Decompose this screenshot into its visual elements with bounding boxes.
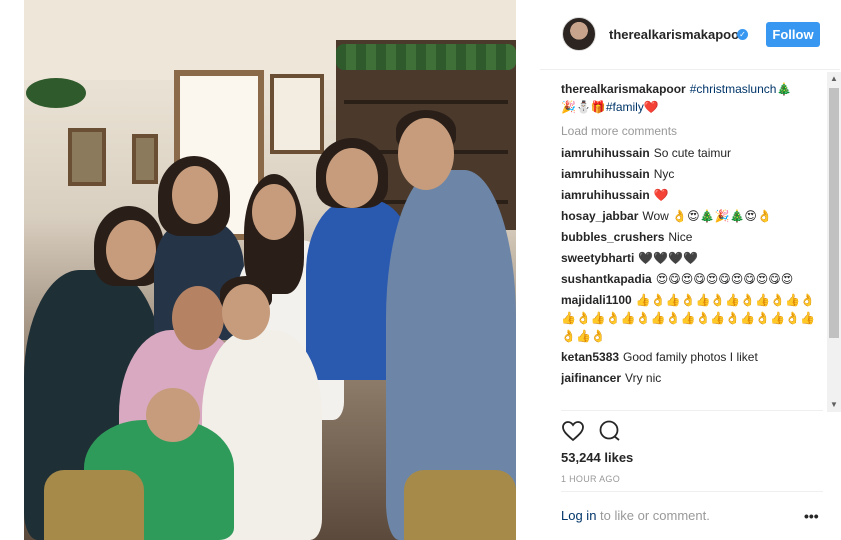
post-photo[interactable] [24,0,516,540]
comment-text: 😍😋😍😋😍😋😍😋😍😋😍 [655,272,794,286]
comments-list[interactable]: therealkarismakapoor #christmaslunch🎄 🎉⛄🎁… [561,80,823,410]
comment-text: Nyc [653,167,675,181]
verified-icon: ✓ [737,29,748,40]
comment-text: Good family photos I liket [623,350,758,364]
caption-emoji: 🎉⛄🎁 [561,100,606,114]
caption-username[interactable]: therealkarismakapoor [561,82,686,96]
login-link[interactable]: Log in [561,508,596,523]
comment-item: iamruhihussain ❤️ [561,186,823,204]
comment-text: Vry nic [625,371,662,385]
comment-item: iamruhihussain Nyc [561,165,823,183]
hashtag-christmaslunch[interactable]: #christmaslunch [690,82,777,96]
comment-item: sweetybharti 🖤🖤🖤🖤 [561,249,823,267]
comment-username[interactable]: majidali1100 [561,293,632,307]
comment-text: So cute taimur [653,146,732,160]
comment-text: ❤️ [653,188,669,202]
comment-item: jaifinancer Vry nic [561,369,823,387]
post-sidebar: therealkarismakapoor ✓ Follow therealkar… [540,0,840,540]
scroll-up-icon[interactable]: ▲ [827,72,841,86]
comment-item: bubbles_crushers Nice [561,228,823,246]
more-options-icon[interactable]: ••• [804,508,819,524]
divider [561,410,823,411]
scroll-down-icon[interactable]: ▼ [827,398,841,412]
comment-text: Wow 👌😍🎄🎉🎄😍👌 [642,209,772,223]
comment-username[interactable]: iamruhihussain [561,146,650,160]
comment-item: iamruhihussain So cute taimur [561,144,823,162]
divider [561,491,823,492]
likes-count[interactable]: 53,244 likes [561,450,633,465]
comment-text: 🖤🖤🖤🖤 [638,251,699,265]
comments-scrollbar[interactable]: ▲ ▼ [827,72,841,412]
load-more-comments[interactable]: Load more comments [561,122,823,140]
author-username[interactable]: therealkarismakapoor [609,27,744,42]
comment-item: sushantkapadia 😍😋😍😋😍😋😍😋😍😋😍 [561,270,823,288]
comment-username[interactable]: sushantkapadia [561,272,652,286]
hashtag-family[interactable]: #family [606,100,644,114]
scrollbar-thumb[interactable] [829,88,839,338]
comment-username[interactable]: iamruhihussain [561,188,650,202]
comment-item: ketan5383 Good family photos I liket [561,348,823,366]
comment-item: majidali1100 👍👌👍👌👍👌👍👌👍👌👍👌👍👌👍👌👍👌👍👌👍👌👍👌👍👌👍👌… [561,291,823,345]
comment-username[interactable]: bubbles_crushers [561,230,664,244]
comment-username[interactable]: jaifinancer [561,371,621,385]
follow-button[interactable]: Follow [766,22,820,47]
comment-username[interactable]: ketan5383 [561,350,619,364]
caption-emoji: ❤️ [643,100,659,114]
comment-username[interactable]: sweetybharti [561,251,634,265]
comment-username[interactable]: hosay_jabbar [561,209,638,223]
login-prompt: Log in to like or comment. [561,508,710,523]
post-header: therealkarismakapoor ✓ Follow [540,0,840,70]
heart-icon[interactable] [561,420,585,442]
post-actions [561,420,632,446]
caption-emoji: 🎄 [776,82,792,96]
comment-icon[interactable] [598,420,622,442]
comment-username[interactable]: iamruhihussain [561,167,650,181]
login-prompt-text: to like or comment. [596,508,710,523]
post-caption: therealkarismakapoor #christmaslunch🎄 🎉⛄🎁… [561,80,823,116]
comment-item: hosay_jabbar Wow 👌😍🎄🎉🎄😍👌 [561,207,823,225]
avatar[interactable] [562,17,596,51]
comment-text: Nice [668,230,693,244]
post-timestamp[interactable]: 1 HOUR AGO [561,474,620,484]
